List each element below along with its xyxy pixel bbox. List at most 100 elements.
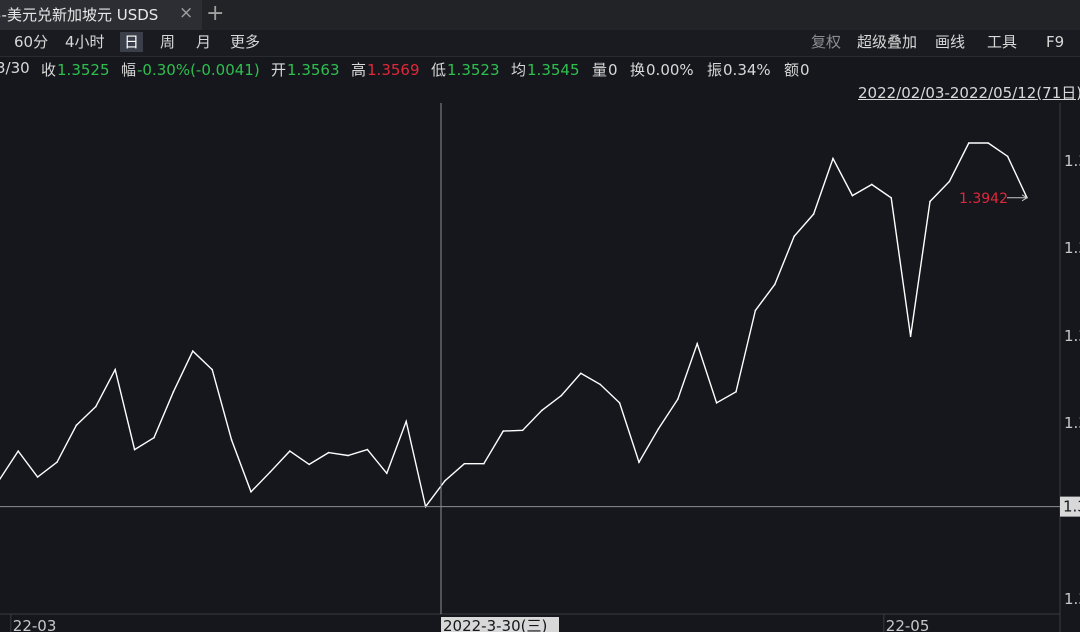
price-point [327,451,330,454]
x-tick-label: 22-05 [886,617,930,632]
price-point [890,196,892,199]
price-point [347,454,349,457]
add-tab-icon[interactable]: + [206,0,224,28]
quote-avg-value: 1.3545 [527,61,580,79]
price-point [17,450,20,452]
price-point [56,461,58,463]
quote-amplitude-value: 0.34% [723,61,771,79]
y-tick-label: 1.3 [1064,590,1080,608]
tab-usdsgd[interactable]: 5-美元兑新加坡元 USDS × [0,0,202,30]
quote-amplitude: 振0.34% [707,59,771,80]
price-point [366,448,369,451]
price-point [502,430,505,432]
tab-bar: 5-美元兑新加坡元 USDS × + [0,0,1080,30]
price-point [172,391,175,393]
crosshair-date-box: 2022-3-30(三) [441,617,559,632]
price-point [774,283,776,286]
price-point [909,335,912,338]
price-point [754,309,757,312]
y-tick-label: 1.3 [1064,152,1080,170]
quote-volume-value: 0 [608,61,618,79]
y-tick-label: 1.3 [1064,327,1080,345]
fuquan-button[interactable]: 复权 [811,32,841,52]
price-point [405,420,408,423]
price-point [75,424,78,426]
price-point [463,462,466,465]
price-point [696,342,698,345]
crosshair-value-box: 1.3 [1060,496,1080,517]
price-point [269,471,272,473]
date-range-label[interactable]: 2022/02/03-2022/05/12(71日) [858,82,1080,103]
price-point [133,448,136,451]
period-more[interactable]: 更多 [230,32,260,52]
price-point [95,405,97,408]
period-4hour[interactable]: 4小时 [65,32,105,52]
price-point [599,383,601,386]
price-point [483,462,485,465]
price-point [657,428,660,430]
period-day[interactable]: 日 [120,32,144,52]
quote-volume: 量0 [592,59,618,80]
price-point [735,391,737,393]
quote-bar: 3/30 收1.3525 幅-0.30%(-0.0041) 开1.3563 高1… [0,57,1080,81]
price-point [386,472,388,475]
price-point [987,142,989,144]
quote-change-value: -0.30%(-0.0041) [137,61,260,79]
range-bar: 2022/02/03-2022/05/12(71日) [0,81,1080,104]
quote-avg-label: 均 [511,61,527,79]
price-point [832,157,834,160]
price-point [851,194,854,197]
quote-avg: 均1.3545 [511,59,580,80]
price-point [444,479,446,482]
tab-title: 5-美元兑新加坡元 USDS [0,6,159,24]
price-point [580,372,582,375]
price-point [560,394,563,397]
price-point [230,439,233,441]
quote-turnover: 换0.00% [630,59,694,80]
quote-amount-label: 额 [784,61,800,79]
price-point [871,183,873,186]
overlay-button[interactable]: 超级叠加 [857,32,917,52]
period-week[interactable]: 周 [160,32,175,52]
price-point [812,213,815,215]
quote-high-label: 高 [351,61,367,79]
quote-open: 开1.3563 [271,59,340,80]
close-icon[interactable]: × [179,3,193,23]
quote-high-value: 1.3569 [367,61,420,79]
price-point [677,398,679,401]
price-point [968,142,970,144]
y-tick-label: 1.3 [1064,414,1080,432]
quote-amplitude-label: 振 [707,61,723,79]
quote-low: 低1.3523 [431,59,500,80]
quote-open-label: 开 [271,61,287,79]
price-point [929,200,931,203]
quote-turnover-value: 0.00% [646,61,694,79]
price-point [638,461,640,463]
draw-button[interactable]: 画线 [935,32,965,52]
price-point [541,409,543,412]
price-point [948,180,951,183]
price-point [114,368,116,371]
quote-low-label: 低 [431,61,447,79]
quote-volume-label: 量 [592,61,608,79]
y-tick-label: 1.3 [1064,239,1080,257]
price-point [1006,155,1009,158]
crosshair-value-label: 1.3 [1063,498,1080,516]
price-point [308,463,311,466]
period-60min[interactable]: 60分 [14,32,48,52]
quote-close-value: 1.3525 [57,61,110,79]
quote-close-label: 收 [41,61,57,79]
price-chart[interactable]: 1.3 1.3 1.3 1.3 1.3 1.3 22-03 22-05 2022-3-30(… [0,103,1080,632]
quote-high: 高1.3569 [351,59,420,80]
quote-amount-value: 0 [800,61,810,79]
tools-button[interactable]: 工具 [987,32,1017,52]
price-point [153,436,155,439]
price-point [715,402,718,404]
price-point [250,491,252,493]
period-toolbar: 60分 4小时 日 周 月 更多 复权 超级叠加 画线 工具 F9 [0,30,1080,57]
price-point [618,402,621,404]
quote-low-value: 1.3523 [447,61,500,79]
f9-button[interactable]: F9 [1046,32,1064,52]
period-month[interactable]: 月 [196,32,211,52]
crosshair-date-label: 2022-3-30(三) [443,617,547,632]
